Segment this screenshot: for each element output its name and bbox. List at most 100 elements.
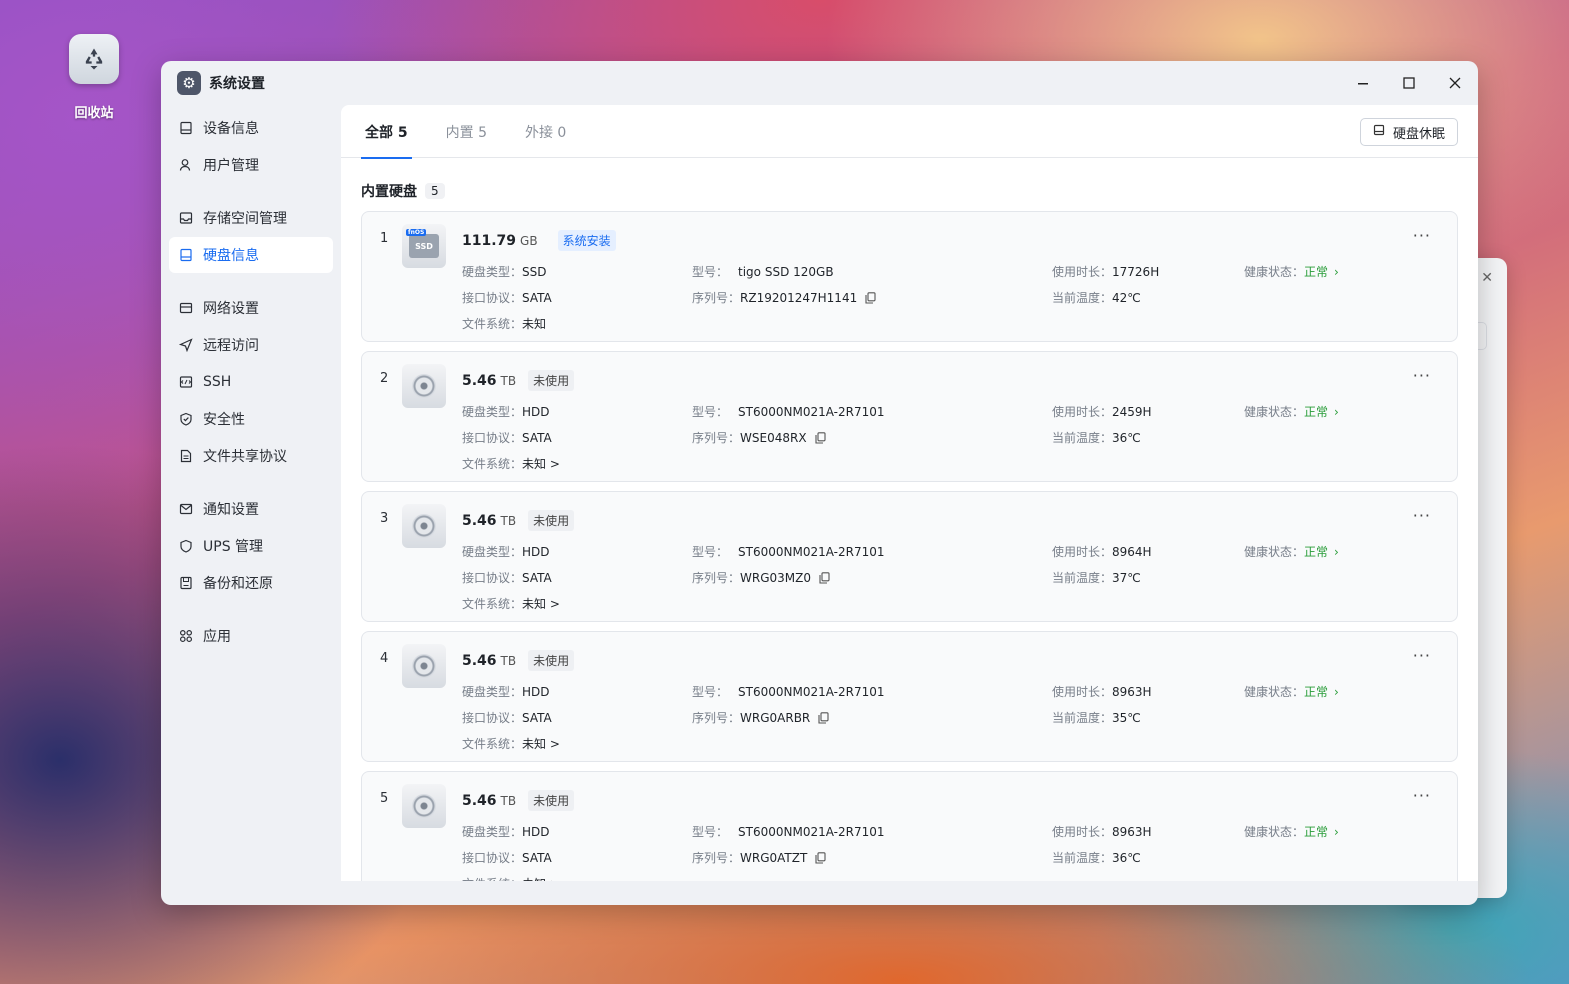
maximize-icon[interactable] — [1386, 61, 1432, 105]
section-title: 内置硬盘 5 — [361, 181, 1478, 201]
settings-window: ⚙ 系统设置 设备信息 用户管理 存储空间管理 硬盘信息 网络设置 远程访问 SSH 安全性文… — [161, 61, 1478, 905]
sidebar-item-shield[interactable]: 安全性 — [169, 401, 333, 437]
tab-all[interactable]: 全部 5 — [361, 105, 412, 159]
sidebar-item-label: 备份和还原 — [203, 576, 273, 592]
disk-capacity: 111.79 GB 系统安装 — [462, 230, 616, 251]
window-controls — [1340, 61, 1478, 105]
disk-temp-field: 当前温度：37℃ — [1052, 569, 1141, 586]
close-icon[interactable]: ✕ — [1481, 270, 1493, 286]
field-value: SATA — [522, 851, 552, 865]
sidebar-item-storage[interactable]: 存储空间管理 — [169, 200, 333, 236]
disk-filesystem-field[interactable]: 文件系统：未知 > — [462, 875, 560, 881]
health-status[interactable]: 正常 — [1304, 685, 1328, 699]
sidebar-item-remote[interactable]: 远程访问 — [169, 327, 333, 363]
copy-icon[interactable] — [814, 432, 826, 447]
health-status[interactable]: 正常 — [1304, 825, 1328, 839]
disk-card[interactable]: 4 5.46 TB 未使用 ··· 硬盘类型：HDD 接口协议：SATA 文件系统：未知 > 型… — [361, 631, 1458, 762]
disk-sleep-button[interactable]: 硬盘休眠 — [1359, 118, 1458, 146]
tab-internal[interactable]: 内置 5 — [442, 105, 491, 158]
field-label: 型号： — [692, 825, 729, 839]
disk-model-field: 型号： ST6000NM021A-2R7101 — [692, 823, 885, 840]
disk-info-panel: 全部 5 内置 5 外接 0 硬盘休眠 内置硬盘 5 1 fnOS SSD 111.7… — [341, 105, 1478, 881]
recycle-bin-desktop-icon[interactable]: 回收站 — [54, 34, 134, 121]
sidebar: 设备信息用户管理存储空间管理 硬盘信息网络设置 远程访问 SSH 安全性文件共享协议通知… — [161, 105, 341, 905]
disk-thumbnail — [402, 364, 446, 408]
more-options-icon[interactable]: ··· — [1413, 646, 1431, 665]
disk-card[interactable]: 1 fnOS SSD 111.79 GB 系统安装 ··· 硬盘类型：SSD 接口协议：SATA… — [361, 211, 1458, 342]
health-status[interactable]: 正常 — [1304, 405, 1328, 419]
disk-size: 5.46 — [462, 652, 497, 669]
disk-filesystem-field: 文件系统：未知 — [462, 315, 546, 332]
field-label: 文件系统： — [462, 877, 522, 881]
disk-status-badge: 系统安装 — [557, 230, 616, 251]
more-options-icon[interactable]: ··· — [1413, 366, 1431, 385]
sidebar-item-apps[interactable]: 应用 — [169, 618, 333, 654]
sidebar-item-network[interactable]: 网络设置 — [169, 290, 333, 326]
disk-status-badge: 未使用 — [528, 650, 575, 671]
ssd-icon: fnOS SSD — [406, 229, 439, 258]
sidebar-item-device[interactable]: 设备信息 — [169, 110, 333, 146]
disk-health-field[interactable]: 健康状态：正常 › — [1244, 403, 1339, 420]
tab-external[interactable]: 外接 0 — [521, 105, 570, 158]
chevron-right-icon[interactable]: › — [1334, 265, 1339, 279]
disk-card[interactable]: 3 5.46 TB 未使用 ··· 硬盘类型：HDD 接口协议：SATA 文件系统：未知 > 型… — [361, 491, 1458, 622]
field-label: 健康状态： — [1244, 405, 1305, 419]
disk-card[interactable]: 2 5.46 TB 未使用 ··· 硬盘类型：HDD 接口协议：SATA 文件系统：未知 > 型… — [361, 351, 1458, 482]
disk-card[interactable]: 5 5.46TB 未使用 ··· 硬盘类型：HDD 接口协议：SATA 文件系统：未知 > 型… — [361, 771, 1458, 881]
field-label: 接口协议： — [462, 571, 523, 585]
disk-filesystem-field[interactable]: 文件系统：未知 > — [462, 735, 560, 752]
disk-health-field[interactable]: 健康状态：正常 › — [1244, 823, 1339, 840]
field-value[interactable]: 未知 > — [522, 457, 560, 471]
minimize-icon[interactable] — [1340, 61, 1386, 105]
sidebar-item-label: 文件共享协议 — [203, 449, 287, 465]
sidebar-item-backup[interactable]: 备份和还原 — [169, 565, 333, 601]
copy-icon[interactable] — [819, 572, 830, 587]
field-value: HDD — [522, 825, 550, 839]
field-value[interactable]: 未知 > — [522, 877, 560, 881]
field-label: 序列号： — [692, 291, 741, 305]
disk-interface-field: 接口协议：SATA — [462, 429, 552, 446]
sidebar-item-label: 设备信息 — [203, 121, 259, 137]
health-status[interactable]: 正常 — [1304, 265, 1328, 279]
sidebar-item-disk[interactable]: 硬盘信息 — [169, 237, 333, 273]
more-options-icon[interactable]: ··· — [1413, 506, 1431, 525]
field-value: SATA — [522, 291, 552, 305]
more-options-icon[interactable]: ··· — [1413, 226, 1431, 245]
sidebar-item-ups[interactable]: UPS 管理 — [169, 528, 333, 564]
title-bar[interactable]: ⚙ 系统设置 — [161, 61, 1478, 105]
chevron-right-icon[interactable]: › — [1334, 825, 1339, 839]
sidebar-item-user[interactable]: 用户管理 — [169, 147, 333, 183]
field-value: HDD — [522, 405, 550, 419]
copy-icon[interactable] — [818, 712, 829, 727]
field-label: 使用时长： — [1052, 825, 1113, 839]
copy-icon[interactable] — [865, 292, 876, 307]
disk-health-field[interactable]: 健康状态：正常 › — [1244, 263, 1339, 280]
field-value[interactable]: 未知 > — [522, 737, 560, 751]
disk-health-field[interactable]: 健康状态：正常 › — [1244, 683, 1339, 700]
copy-icon[interactable] — [815, 852, 826, 867]
disk-filesystem-field[interactable]: 文件系统：未知 > — [462, 455, 560, 472]
more-options-icon[interactable]: ··· — [1413, 786, 1431, 805]
sidebar-item-ssh[interactable]: SSH — [169, 364, 333, 400]
sidebar-item-mail[interactable]: 通知设置 — [169, 491, 333, 527]
field-label: 型号： — [692, 265, 729, 279]
health-status[interactable]: 正常 — [1304, 545, 1328, 559]
disk-filesystem-field[interactable]: 文件系统：未知 > — [462, 595, 560, 612]
chevron-right-icon[interactable]: › — [1334, 405, 1339, 419]
sidebar-item-file-share[interactable]: 文件共享协议 — [169, 438, 333, 474]
disk-temp-field: 当前温度：35℃ — [1052, 709, 1141, 726]
disk-thumbnail: fnOS SSD — [402, 224, 446, 268]
chevron-right-icon[interactable]: › — [1334, 685, 1339, 699]
window-title: 系统设置 — [209, 76, 265, 92]
chevron-right-icon[interactable]: › — [1334, 545, 1339, 559]
field-label: 健康状态： — [1244, 825, 1305, 839]
disk-health-field[interactable]: 健康状态：正常 › — [1244, 543, 1339, 560]
field-value[interactable]: 未知 > — [522, 597, 560, 611]
field-value: WRG0ATZT — [740, 851, 808, 865]
field-value: 35℃ — [1112, 711, 1141, 725]
disk-hours-field: 使用时长：8963H — [1052, 823, 1152, 840]
close-icon[interactable] — [1432, 61, 1478, 105]
field-label: 硬盘类型： — [462, 545, 523, 559]
disk-list: 1 fnOS SSD 111.79 GB 系统安装 ··· 硬盘类型：SSD 接口协议：SATA… — [361, 211, 1458, 881]
